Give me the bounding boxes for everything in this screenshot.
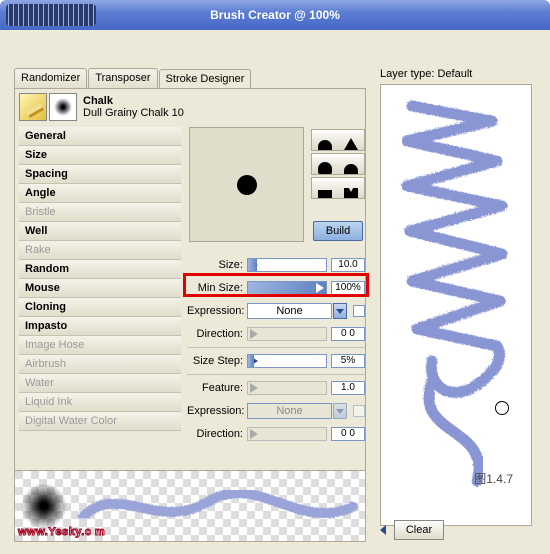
build-button[interactable]: Build bbox=[313, 221, 363, 241]
brush-name: Chalk bbox=[83, 95, 184, 107]
brush-category-icon[interactable] bbox=[19, 93, 47, 121]
tab-transposer[interactable]: Transposer bbox=[88, 68, 157, 88]
expression2-combo: None bbox=[247, 403, 332, 419]
cursor-ring-icon bbox=[495, 401, 509, 415]
back-arrow-icon[interactable] bbox=[380, 525, 386, 535]
expression1-combo[interactable]: None bbox=[247, 303, 332, 319]
category-size[interactable]: Size bbox=[19, 146, 181, 165]
shape-dome[interactable] bbox=[312, 130, 338, 150]
expression2-arrow bbox=[333, 403, 347, 419]
category-cloning[interactable]: Cloning bbox=[19, 298, 181, 317]
layer-type-label: Layer type: Default bbox=[380, 68, 540, 80]
watermark: www.Yesky.c m bbox=[18, 523, 105, 538]
direction2-slider bbox=[247, 427, 327, 441]
category-well[interactable]: Well bbox=[19, 222, 181, 241]
titlebar[interactable]: Brush Creator @ 100% bbox=[0, 0, 550, 30]
figure-label: 图1.4.7 bbox=[474, 470, 513, 487]
brush-dab-icon[interactable] bbox=[49, 93, 77, 121]
tab-randomizer[interactable]: Randomizer bbox=[14, 68, 87, 88]
expression2-label: Expression: bbox=[187, 405, 247, 417]
category-bristle: Bristle bbox=[19, 203, 181, 222]
direction1-slider bbox=[247, 327, 327, 341]
category-general[interactable]: General bbox=[19, 127, 181, 146]
clear-button[interactable]: Clear bbox=[394, 520, 444, 540]
category-image-hose: Image Hose bbox=[19, 336, 181, 355]
shape-round[interactable] bbox=[312, 154, 338, 174]
category-rake: Rake bbox=[19, 241, 181, 260]
expression1-label: Expression: bbox=[187, 305, 247, 317]
feature-slider bbox=[247, 381, 327, 395]
category-airbrush: Airbrush bbox=[19, 355, 181, 374]
tab-stroke-designer[interactable]: Stroke Designer bbox=[159, 69, 252, 89]
stroke-wave bbox=[69, 476, 365, 536]
expression2-invert bbox=[353, 405, 365, 417]
feature-value: 1.0 bbox=[331, 381, 365, 395]
shape-dome2[interactable] bbox=[338, 154, 364, 174]
dab-preview bbox=[189, 127, 304, 242]
direction1-label: Direction: bbox=[187, 328, 247, 340]
category-water: Water bbox=[19, 374, 181, 393]
dab-shape-grid bbox=[311, 129, 365, 201]
expression1-invert[interactable] bbox=[353, 305, 365, 317]
category-random[interactable]: Random bbox=[19, 260, 181, 279]
size-label: Size: bbox=[187, 259, 247, 271]
category-angle[interactable]: Angle bbox=[19, 184, 181, 203]
category-list: GeneralSizeSpacingAngleBristleWellRakeRa… bbox=[19, 127, 181, 431]
size-step-slider[interactable] bbox=[247, 354, 327, 368]
min-size-value[interactable]: 100% bbox=[331, 281, 365, 295]
stroke-preview-large[interactable]: 图1.4.7 bbox=[380, 84, 532, 526]
shape-flat[interactable] bbox=[312, 178, 338, 198]
shape-peak[interactable] bbox=[338, 130, 364, 150]
category-impasto[interactable]: Impasto bbox=[19, 317, 181, 336]
size-step-label: Size Step: bbox=[187, 355, 247, 367]
direction2-value: 0 0 bbox=[331, 427, 365, 441]
feature-label: Feature: bbox=[187, 382, 247, 394]
titlebar-grip[interactable] bbox=[6, 4, 96, 26]
size-step-value[interactable]: 5% bbox=[331, 354, 365, 368]
window-title: Brush Creator @ 100% bbox=[210, 8, 340, 22]
shape-notch[interactable] bbox=[338, 178, 364, 198]
expression1-arrow[interactable] bbox=[333, 303, 347, 319]
category-digital-water-color: Digital Water Color bbox=[19, 412, 181, 431]
direction2-label: Direction: bbox=[187, 428, 247, 440]
size-value[interactable]: 10.0 bbox=[331, 258, 365, 272]
category-mouse[interactable]: Mouse bbox=[19, 279, 181, 298]
direction1-value: 0 0 bbox=[331, 327, 365, 341]
category-liquid-ink: Liquid Ink bbox=[19, 393, 181, 412]
brush-variant: Dull Grainy Chalk 10 bbox=[83, 107, 184, 119]
stroke-designer-panel: Chalk Dull Grainy Chalk 10 GeneralSizeSp… bbox=[14, 88, 366, 498]
size-slider[interactable] bbox=[247, 258, 327, 272]
min-size-label: Min Size: bbox=[187, 282, 247, 294]
min-size-slider[interactable] bbox=[247, 281, 327, 295]
category-spacing[interactable]: Spacing bbox=[19, 165, 181, 184]
